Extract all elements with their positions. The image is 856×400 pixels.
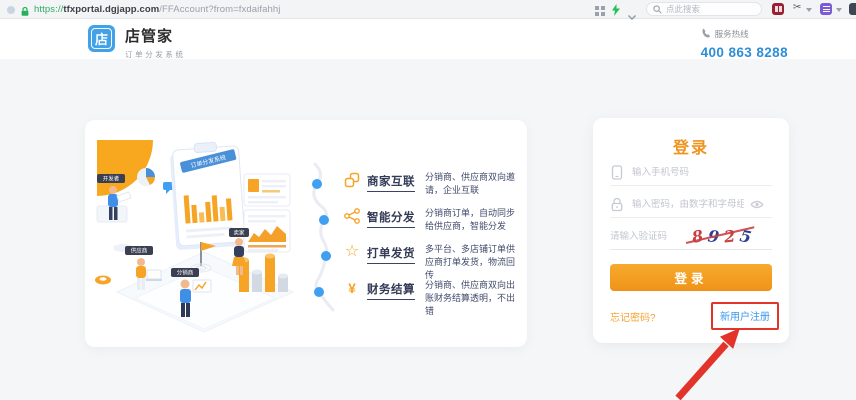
feature-title: 商家互联: [367, 173, 415, 192]
connector-dot: [321, 251, 331, 261]
star-icon: ☆: [343, 243, 361, 261]
brand-subtitle: 订单分发系统: [125, 49, 186, 60]
logo-character: 店: [91, 28, 112, 49]
feature-print-ship: ☆ 打单发货 多平台、多店铺订单供应商打单发货，物流回传: [343, 243, 521, 282]
caret-down-icon[interactable]: [806, 8, 812, 12]
marketing-card: 订单分发系统: [85, 120, 527, 347]
link-icon: [343, 171, 361, 189]
login-title: 登录: [593, 134, 789, 158]
hotline-number: 400 863 8288: [701, 45, 788, 60]
scissors-extension-icon[interactable]: ✂: [793, 2, 801, 13]
feature-desc: 多平台、多店铺订单供应商打单发货，物流回传: [425, 243, 521, 282]
quarter-circle-shape: [97, 140, 153, 196]
feature-merchant-link: 商家互联 分销商、供应商双向邀请，企业互联: [343, 171, 521, 197]
trend-panel: [244, 210, 290, 252]
phone-icon: [701, 25, 711, 43]
phone-input[interactable]: [632, 167, 732, 178]
forgot-password-link[interactable]: 忘记密码?: [610, 309, 656, 324]
feature-desc: 分销商订单，自动同步给供应商，智能分发: [425, 207, 521, 233]
hero-illustration: 订单分发系统: [89, 130, 314, 345]
url-host: tfxportal.dgjapp.com: [63, 4, 159, 15]
caret-down-icon[interactable]: [836, 8, 842, 12]
extension-partial-icon[interactable]: [849, 3, 856, 15]
feature-title: 智能分发: [367, 209, 415, 228]
role-label-developer: 开发者: [103, 175, 120, 183]
phone-field-row: [610, 160, 772, 186]
address-bar[interactable]: https://tfxportal.dgjapp.com/FFAccount?f…: [34, 0, 280, 19]
notes-extension-icon[interactable]: [820, 3, 832, 15]
feature-desc: 分销商、供应商双向出账财务结算透明，不出错: [425, 279, 521, 318]
password-field-row: [610, 192, 772, 218]
login-panel: 登录 8 9 2 5 登录: [593, 118, 789, 343]
connector-dot: [314, 287, 324, 297]
extension-badge-icon[interactable]: [772, 3, 784, 15]
hotline-label: 服务热线: [715, 28, 749, 40]
share-icon: [343, 207, 361, 225]
service-hotline: 服务热线 400 863 8288: [701, 25, 788, 60]
feature-title: 打单发货: [367, 245, 415, 264]
brand-logo[interactable]: 店 店管家 订单分发系统: [88, 25, 186, 60]
logo-mark-icon: 店: [88, 25, 115, 52]
login-button[interactable]: 登录: [610, 264, 772, 291]
browser-search-box[interactable]: [646, 2, 762, 16]
report-panel: [244, 174, 290, 206]
lock-icon: [610, 197, 624, 212]
role-label-distributor: 分销商: [177, 269, 194, 277]
role-label-supplier: 供应商: [131, 247, 148, 255]
feature-smart-dispatch: 智能分发 分销商订单，自动同步给供应商，智能分发: [343, 207, 521, 233]
toggle-password-visibility-icon[interactable]: [750, 200, 772, 209]
password-input[interactable]: [632, 199, 744, 210]
register-link[interactable]: 新用户注册: [720, 312, 770, 323]
feature-title: 财务结算: [367, 281, 415, 300]
yuan-icon: ¥: [343, 279, 361, 297]
brand-name: 店管家: [125, 25, 186, 46]
connector-dot: [312, 179, 322, 189]
url-path: /FFAccount?from=fxdaifahhj: [159, 4, 280, 15]
role-label-seller: 卖家: [233, 229, 245, 237]
captcha-image[interactable]: 8 9 2 5: [686, 225, 758, 249]
captcha-digit: 8: [690, 226, 704, 247]
captcha-field-row: 8 9 2 5: [610, 224, 772, 250]
connector-dot: [319, 215, 329, 225]
captcha-input[interactable]: [610, 231, 682, 242]
chevron-down-icon[interactable]: [628, 7, 636, 25]
annotation-highlight-box: 新用户注册: [711, 302, 779, 330]
url-scheme: https://: [34, 4, 63, 15]
ssl-lock-icon[interactable]: [20, 4, 30, 22]
feature-finance-settle: ¥ 财务结算 分销商、供应商双向出账财务结算透明，不出错: [343, 279, 521, 318]
feature-connector: [307, 160, 343, 340]
boost-bolt-icon[interactable]: [612, 3, 620, 21]
favicon-dot-icon: [7, 6, 15, 14]
apps-grid-icon[interactable]: [595, 3, 605, 21]
captcha-digit: 2: [723, 226, 736, 246]
browser-toolbar: https://tfxportal.dgjapp.com/FFAccount?f…: [0, 0, 856, 19]
search-input[interactable]: [666, 4, 752, 14]
feature-desc: 分销商、供应商双向邀请，企业互联: [425, 171, 521, 197]
site-header: 店 店管家 订单分发系统 服务热线 400 863 8288: [0, 19, 856, 59]
mobile-phone-icon: [610, 165, 624, 180]
search-icon: [653, 5, 662, 14]
